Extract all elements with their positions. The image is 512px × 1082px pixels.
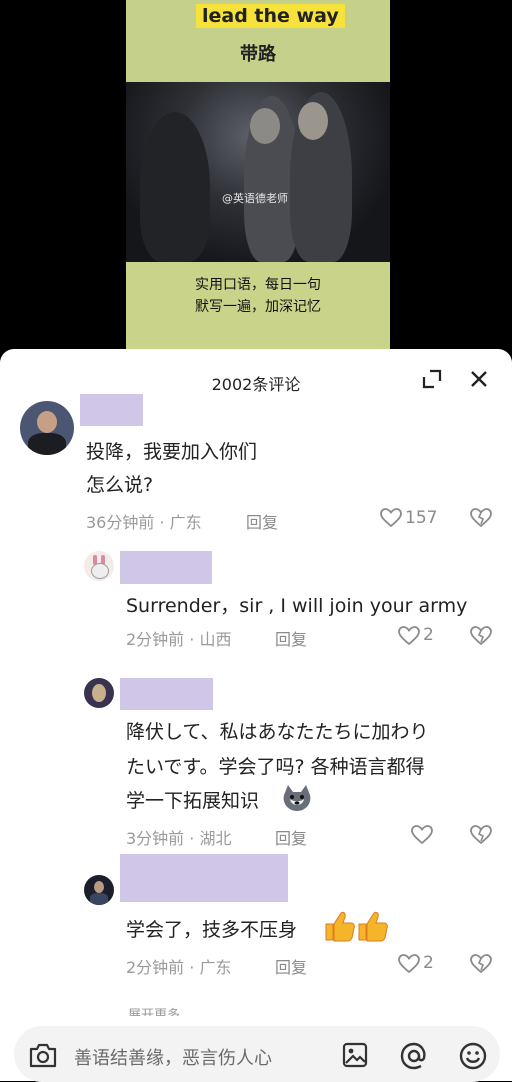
video-watermark: @英语德老师 bbox=[222, 192, 288, 205]
comment-time-location: 3分钟前 · 湖北 bbox=[126, 829, 232, 848]
emoji-icon[interactable] bbox=[458, 1041, 488, 1071]
broken-heart-icon[interactable] bbox=[470, 825, 492, 845]
like-count: 157 bbox=[405, 508, 438, 528]
comment-text-line2: たいです。学会了吗? 各种语言都得 bbox=[126, 756, 425, 778]
avatar[interactable] bbox=[84, 551, 114, 581]
avatar[interactable] bbox=[20, 401, 74, 455]
heart-icon[interactable] bbox=[398, 626, 420, 646]
comment-time-location: 2分钟前 · 山西 bbox=[126, 630, 232, 649]
broken-heart-icon[interactable] bbox=[470, 954, 492, 974]
comment-time-location: 36分钟前 · 广东 bbox=[86, 513, 202, 532]
broken-heart-icon[interactable] bbox=[470, 626, 492, 646]
video-caption-line1: 实用口语，每日一句 bbox=[195, 277, 321, 293]
camera-icon[interactable] bbox=[28, 1041, 58, 1069]
comment-text-line1: 降伏して、私はあなたたちに加わり bbox=[126, 721, 429, 743]
comment-input[interactable]: 善语结善缘，恶言伤人心 bbox=[74, 1044, 272, 1070]
heart-icon[interactable] bbox=[380, 508, 402, 528]
username-redacted[interactable] bbox=[80, 394, 143, 426]
reply-button[interactable]: 回复 bbox=[246, 509, 278, 533]
reply-button[interactable]: 回复 bbox=[275, 626, 307, 650]
thumbs-up-emoji-icon bbox=[323, 909, 389, 943]
close-icon[interactable] bbox=[468, 368, 490, 390]
reply-button[interactable]: 回复 bbox=[275, 825, 307, 849]
heart-icon[interactable] bbox=[398, 954, 420, 974]
expand-icon[interactable] bbox=[421, 368, 443, 390]
username-redacted[interactable] bbox=[120, 854, 288, 902]
video-scene: @英语德老师 bbox=[126, 82, 390, 262]
avatar[interactable] bbox=[84, 875, 114, 905]
comment-text-line3: 学一下拓展知识 bbox=[126, 790, 260, 812]
image-icon[interactable] bbox=[341, 1041, 369, 1069]
video-caption-line2: 默写一遍，加深记忆 bbox=[195, 299, 321, 315]
broken-heart-icon[interactable] bbox=[470, 508, 492, 528]
username-redacted[interactable] bbox=[120, 551, 212, 584]
comment-text-line1: 投降，我要加入你们 bbox=[86, 441, 258, 463]
at-icon[interactable] bbox=[399, 1041, 429, 1071]
video-title-en: lead the way bbox=[196, 4, 345, 28]
expand-more-replies[interactable]: 展开更多 bbox=[128, 1004, 180, 1016]
husky-emoji-icon bbox=[280, 783, 314, 813]
comment-text-line1: 学会了，技多不压身 bbox=[126, 919, 298, 941]
avatar[interactable] bbox=[84, 678, 114, 708]
comment-text-line1: Surrender，sir , I will join your army bbox=[126, 595, 468, 617]
reply-button[interactable]: 回复 bbox=[275, 954, 307, 978]
like-count: 2 bbox=[423, 953, 434, 973]
comment-text-line2: 怎么说? bbox=[86, 474, 154, 496]
video-frame[interactable]: lead the way 带路 @英语德老师 实用口语，每日一句 默写一遍，加深… bbox=[126, 0, 390, 350]
username-redacted[interactable] bbox=[120, 678, 213, 710]
heart-icon[interactable] bbox=[411, 825, 433, 845]
video-title-cn: 带路 bbox=[240, 44, 276, 65]
like-count: 2 bbox=[423, 625, 434, 645]
comment-time-location: 2分钟前 · 广东 bbox=[126, 958, 232, 977]
